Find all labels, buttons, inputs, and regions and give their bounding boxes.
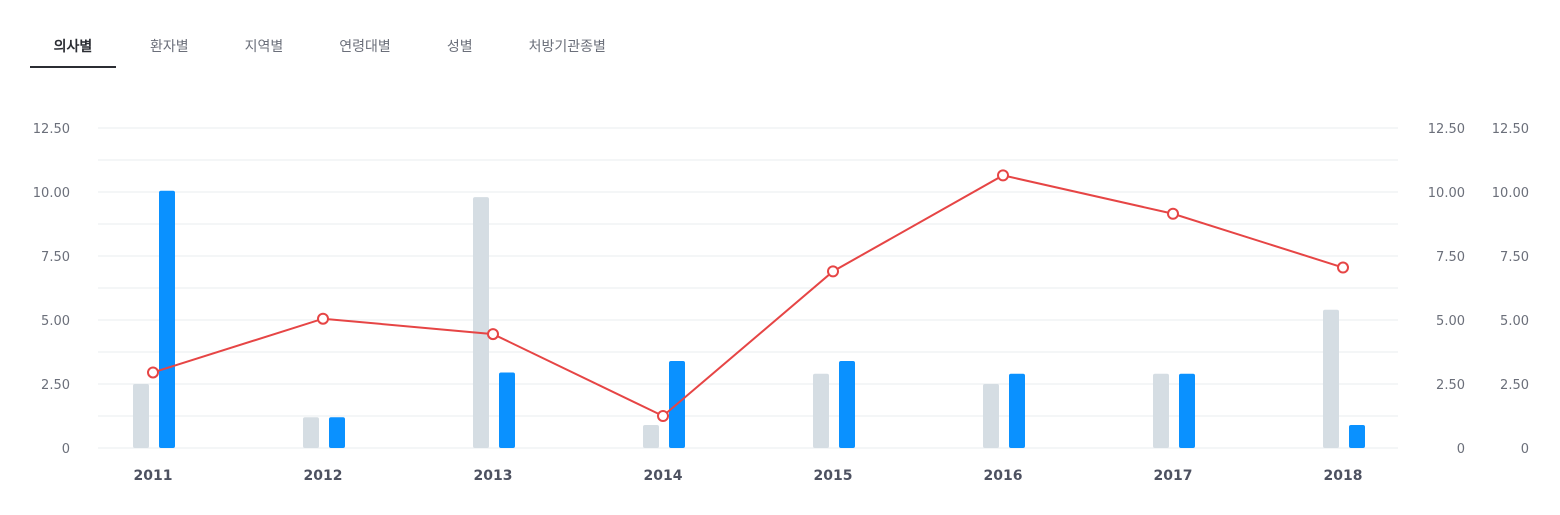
x-tick-label: 2016 <box>984 468 1023 484</box>
y3-tick-label: 5.00 <box>1500 314 1529 329</box>
y3-tick-label: 12.50 <box>1492 122 1529 137</box>
line-point <box>1167 207 1179 220</box>
bar <box>983 384 999 448</box>
bar <box>1323 309 1339 448</box>
bar <box>1179 373 1195 448</box>
y3-tick-label: 7.50 <box>1500 250 1529 265</box>
x-tick-label: 2018 <box>1324 468 1363 484</box>
bar <box>473 197 489 448</box>
x-tick-label: 2011 <box>134 468 173 484</box>
bar <box>1009 373 1025 448</box>
line-point <box>147 366 159 379</box>
bar <box>1153 373 1169 448</box>
y-tick-label: 10.00 <box>33 186 70 201</box>
line-point <box>657 410 669 422</box>
bar <box>839 360 855 448</box>
y-tick-label: 2.50 <box>41 378 70 393</box>
y2-tick-label: 12.50 <box>1428 122 1465 137</box>
bar <box>643 424 659 448</box>
bar <box>303 417 319 448</box>
line-point <box>317 312 329 325</box>
line-point <box>997 169 1009 182</box>
y3-tick-label: 0 <box>1521 442 1529 457</box>
bar <box>813 373 829 448</box>
bar <box>329 417 345 448</box>
line-point <box>487 328 499 341</box>
y2-tick-label: 0 <box>1457 442 1465 457</box>
x-tick-label: 2014 <box>644 468 683 484</box>
y3-tick-label: 10.00 <box>1492 186 1529 201</box>
y-tick-label: 7.50 <box>41 250 70 265</box>
x-tick-label: 2015 <box>814 468 853 484</box>
x-tick-label: 2013 <box>474 468 513 484</box>
x-tick-label: 2017 <box>1154 468 1193 484</box>
combo-chart: 0 2.50 5.00 7.50 10.00 12.50 0 2.50 5.00 7.50 10.0… <box>33 122 1529 484</box>
x-tick-label: 2012 <box>304 468 343 484</box>
bar <box>159 190 175 448</box>
bar <box>1349 424 1365 448</box>
y-tick-label: 0 <box>62 442 70 457</box>
y2-tick-label: 10.00 <box>1428 186 1465 201</box>
y2-tick-label: 5.00 <box>1436 314 1465 329</box>
line-point <box>827 265 839 278</box>
y2-tick-label: 2.50 <box>1436 378 1465 393</box>
y3-tick-label: 2.50 <box>1500 378 1529 393</box>
bar <box>499 372 515 448</box>
y-tick-label: 12.50 <box>33 122 70 137</box>
line-point <box>1337 261 1349 274</box>
bar <box>133 384 149 448</box>
y2-tick-label: 7.50 <box>1436 250 1465 265</box>
y-tick-label: 5.00 <box>41 314 70 329</box>
